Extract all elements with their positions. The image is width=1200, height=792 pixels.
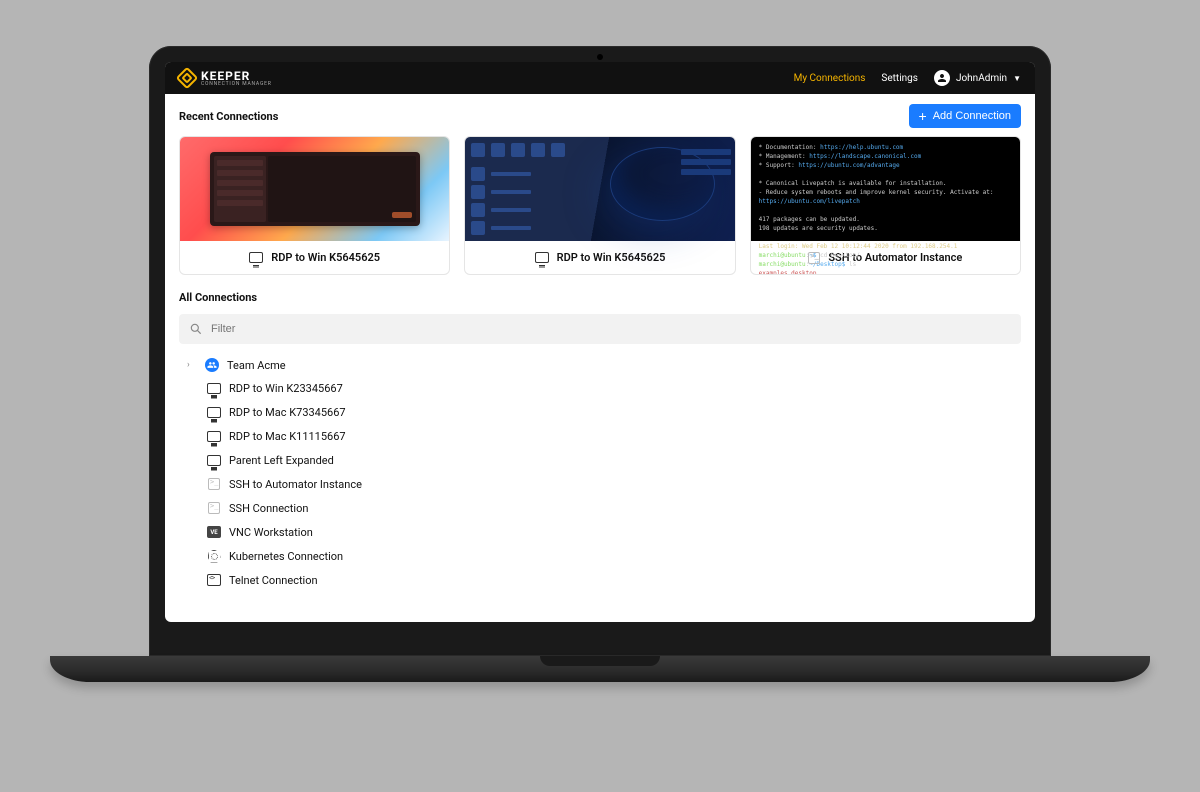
telnet-icon <box>207 574 221 586</box>
connection-item[interactable]: RDP to Mac K11115667 <box>207 424 1021 448</box>
group-label: Team Acme <box>227 359 286 372</box>
monitor-icon <box>207 383 221 394</box>
vnc-icon: VE <box>207 526 221 538</box>
connection-item[interactable]: VE VNC Workstation <box>207 520 1021 544</box>
username: JohnAdmin <box>956 73 1007 84</box>
connection-label: Telnet Connection <box>229 574 318 587</box>
brand: KEEPER CONNECTION MANAGER <box>179 70 272 87</box>
kubernetes-icon <box>208 550 221 563</box>
terminal-icon <box>808 252 820 264</box>
keeper-logo-icon <box>176 67 199 90</box>
top-bar: KEEPER CONNECTION MANAGER My Connections… <box>165 62 1035 94</box>
connection-label: RDP to Win K23345667 <box>229 382 343 395</box>
connection-label: RDP to Mac K73345667 <box>229 406 346 419</box>
recent-card-1-label: RDP to Win K5645625 <box>271 251 380 264</box>
app-screen: KEEPER CONNECTION MANAGER My Connections… <box>165 62 1035 622</box>
chevron-right-icon: › <box>187 360 197 370</box>
laptop-base <box>50 656 1150 682</box>
monitor-icon <box>249 252 263 263</box>
filter-input-wrapper[interactable] <box>179 314 1021 344</box>
search-icon <box>189 322 203 336</box>
recent-card-3[interactable]: * Documentation: https://help.ubuntu.com… <box>750 136 1021 275</box>
nav-settings[interactable]: Settings <box>881 73 918 84</box>
chevron-down-icon: ▼ <box>1013 74 1021 83</box>
connection-label: Kubernetes Connection <box>229 550 343 563</box>
connection-item[interactable]: Telnet Connection <box>207 568 1021 592</box>
monitor-icon <box>535 252 549 263</box>
monitor-icon <box>207 455 221 466</box>
group-icon <box>205 358 219 372</box>
connection-label: SSH to Automator Instance <box>229 478 362 491</box>
connection-item[interactable]: Parent Left Expanded <box>207 448 1021 472</box>
connection-item[interactable]: SSH to Automator Instance <box>207 472 1021 496</box>
add-connection-label: Add Connection <box>933 110 1011 122</box>
connection-label: VNC Workstation <box>229 526 313 539</box>
user-menu[interactable]: JohnAdmin ▼ <box>934 70 1021 86</box>
connection-item[interactable]: Kubernetes Connection <box>207 544 1021 568</box>
camera-dot <box>597 54 603 60</box>
recent-card-2[interactable]: RDP to Win K5645625 <box>464 136 735 275</box>
connection-label: SSH Connection <box>229 502 308 515</box>
connection-item[interactable]: RDP to Win K23345667 <box>207 376 1021 400</box>
connection-label: Parent Left Expanded <box>229 454 334 467</box>
brand-name: KEEPER <box>201 70 272 82</box>
add-connection-button[interactable]: + Add Connection <box>909 104 1021 128</box>
monitor-icon <box>207 407 221 418</box>
all-connections-title: All Connections <box>179 275 1021 314</box>
brand-subtitle: CONNECTION MANAGER <box>201 82 272 87</box>
nav-my-connections[interactable]: My Connections <box>794 73 866 84</box>
laptop-mockup: KEEPER CONNECTION MANAGER My Connections… <box>50 46 1150 746</box>
thumbnail-mac-desktop <box>180 137 449 241</box>
avatar-icon <box>934 70 950 86</box>
connection-label: RDP to Mac K11115667 <box>229 430 346 443</box>
recent-card-2-label: RDP to Win K5645625 <box>557 251 666 264</box>
connection-item[interactable]: RDP to Mac K73345667 <box>207 400 1021 424</box>
connection-item[interactable]: SSH Connection <box>207 496 1021 520</box>
filter-input[interactable] <box>211 323 1011 335</box>
recent-card-1[interactable]: RDP to Win K5645625 <box>179 136 450 275</box>
monitor-icon <box>207 431 221 442</box>
thumbnail-ssh-terminal: * Documentation: https://help.ubuntu.com… <box>751 137 1020 241</box>
terminal-icon <box>208 502 220 514</box>
terminal-icon <box>208 478 220 490</box>
group-team-acme[interactable]: › Team Acme <box>187 354 1021 376</box>
recent-connections-title: Recent Connections <box>179 110 278 123</box>
thumbnail-windows-desktop <box>465 137 734 241</box>
